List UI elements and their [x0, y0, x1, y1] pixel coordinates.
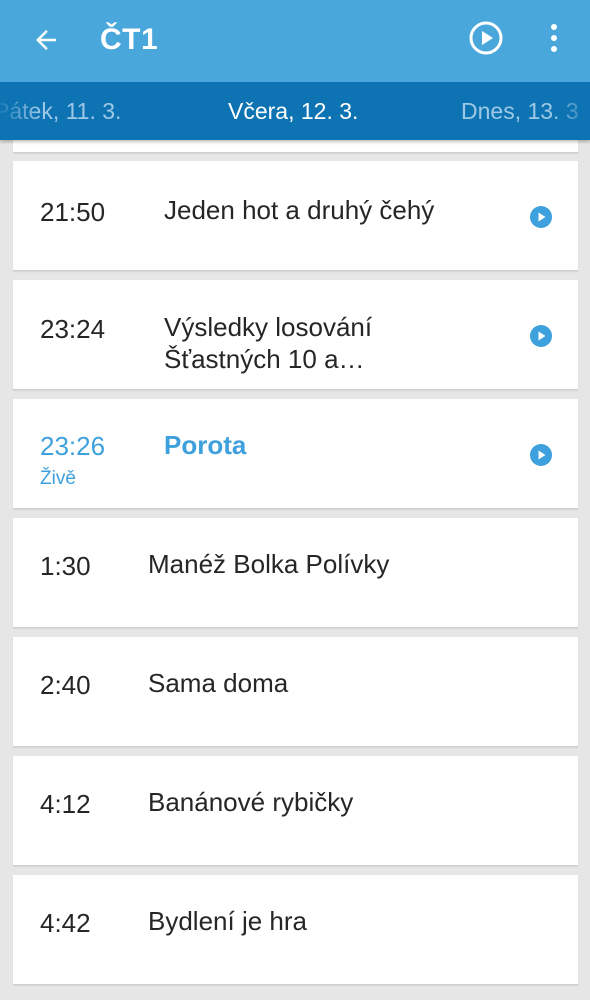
program-time: 23:24 — [40, 314, 106, 344]
play-circle-icon — [469, 21, 503, 55]
program-card[interactable]: 4:12 Banánové rybičky — [13, 756, 578, 866]
program-title: Sama doma — [148, 668, 289, 698]
program-title: Manéž Bolka Polívky — [148, 549, 390, 579]
tab-fade-right — [550, 82, 590, 140]
program-card[interactable]: 4:42 Bydlení je hra — [13, 875, 578, 985]
program-time: 23:26 — [40, 431, 106, 461]
program-title: Výsledky losování Šťastných 10 a… — [164, 312, 373, 374]
program-title: Banánové rybičky — [148, 787, 354, 817]
program-card[interactable]: 2:40 Sama doma — [13, 637, 578, 747]
program-time: 21:50 — [40, 197, 106, 227]
tab-fade-left — [0, 82, 40, 140]
play-circle-icon[interactable] — [530, 206, 552, 228]
tab-selected-day[interactable]: Včera, 12. 3. — [228, 82, 358, 140]
program-card[interactable]: 23:24 Výsledky losování Šťastných 10 a… — [13, 280, 578, 390]
play-live-button[interactable] — [464, 16, 508, 60]
program-card-partial[interactable] — [13, 140, 578, 153]
program-title: Bydlení je hra — [148, 906, 307, 936]
date-tabs: Pátek, 11. 3. Včera, 12. 3. Dnes, 13. 3 — [0, 82, 590, 140]
program-card[interactable]: 21:50 Jeden hot a druhý čehý — [13, 161, 578, 271]
play-circle-icon[interactable] — [530, 444, 552, 466]
app-bar: ČT1 — [0, 0, 590, 82]
program-title: Porota — [164, 430, 247, 460]
program-card[interactable]: 1:30 Manéž Bolka Polívky — [13, 518, 578, 628]
channel-title: ČT1 — [100, 23, 159, 56]
program-time: 4:42 — [40, 908, 91, 938]
program-time: 2:40 — [40, 670, 91, 700]
program-list[interactable]: 21:50 Jeden hot a druhý čehý 23:24 Výsle… — [0, 140, 590, 1000]
program-time: 1:30 — [40, 551, 91, 581]
more-vertical-icon — [551, 24, 557, 52]
program-title: Jeden hot a druhý čehý — [164, 195, 435, 225]
more-options-button[interactable] — [532, 16, 576, 60]
play-circle-icon[interactable] — [530, 325, 552, 347]
live-label: Živě — [40, 468, 76, 489]
program-card-live[interactable]: 23:26 Živě Porota — [13, 399, 578, 509]
program-time: 4:12 — [40, 789, 91, 819]
arrow-left-icon — [36, 30, 56, 50]
back-button[interactable] — [24, 18, 68, 62]
